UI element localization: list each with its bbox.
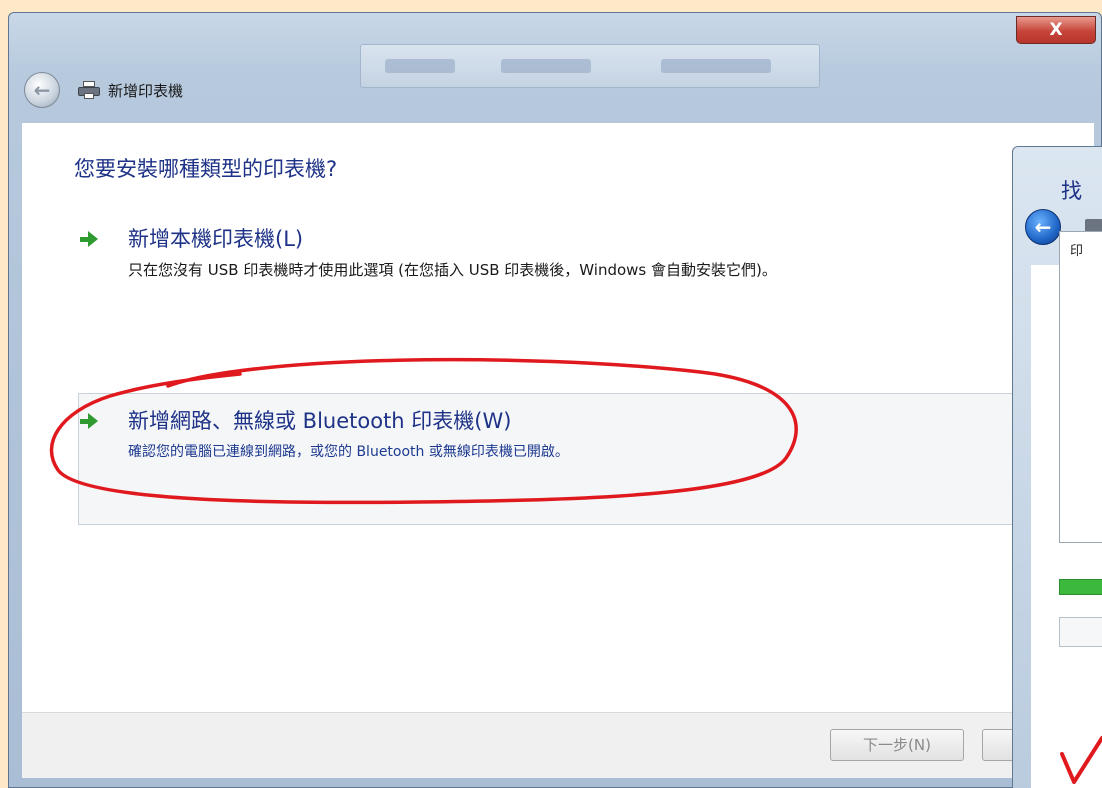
background-wizard-window: ← 找 印 bbox=[1012, 146, 1102, 788]
search-progress-bar bbox=[1059, 579, 1102, 595]
back-arrow-icon: ← bbox=[33, 78, 51, 102]
back-arrow-icon: ← bbox=[1034, 215, 1052, 239]
option-description: 只在您沒有 USB 印表機時才使用此選項 (在您插入 USB 印表機後，Wind… bbox=[128, 261, 777, 279]
window-title: 新增印表機 bbox=[108, 81, 184, 100]
wizard-footer: 下一步(N) bbox=[22, 712, 1094, 778]
close-button[interactable]: X bbox=[1016, 16, 1096, 44]
green-arrow-icon bbox=[78, 411, 100, 431]
close-icon: X bbox=[1049, 20, 1063, 40]
wizard-nav-row: ← 新增印表機 bbox=[24, 70, 183, 110]
background-heading: 找 bbox=[1061, 179, 1082, 203]
back-button[interactable]: ← bbox=[24, 72, 60, 108]
page-heading: 您要安裝哪種類型的印表機? bbox=[74, 157, 338, 181]
option-title: 新增本機印表機(L) bbox=[128, 227, 304, 251]
printer-list[interactable]: 印 bbox=[1059, 231, 1102, 543]
wizard-content: 您要安裝哪種類型的印表機? 新增本機印表機(L) 只在您沒有 USB 印表機時才… bbox=[22, 122, 1094, 714]
list-item[interactable] bbox=[1059, 617, 1102, 647]
printer-icon bbox=[78, 81, 100, 99]
option-title: 新增網路、無線或 Bluetooth 印表機(W) bbox=[128, 409, 512, 433]
back-button[interactable]: ← bbox=[1025, 209, 1061, 245]
next-button[interactable]: 下一步(N) bbox=[830, 729, 964, 761]
green-arrow-icon bbox=[78, 229, 100, 249]
option-description: 確認您的電腦已連線到網路，或您的 Bluetooth 或無線印表機已開啟。 bbox=[128, 444, 569, 460]
printer-list-column-header: 印 bbox=[1070, 244, 1084, 259]
blurred-explorer-toolbar bbox=[360, 44, 820, 88]
